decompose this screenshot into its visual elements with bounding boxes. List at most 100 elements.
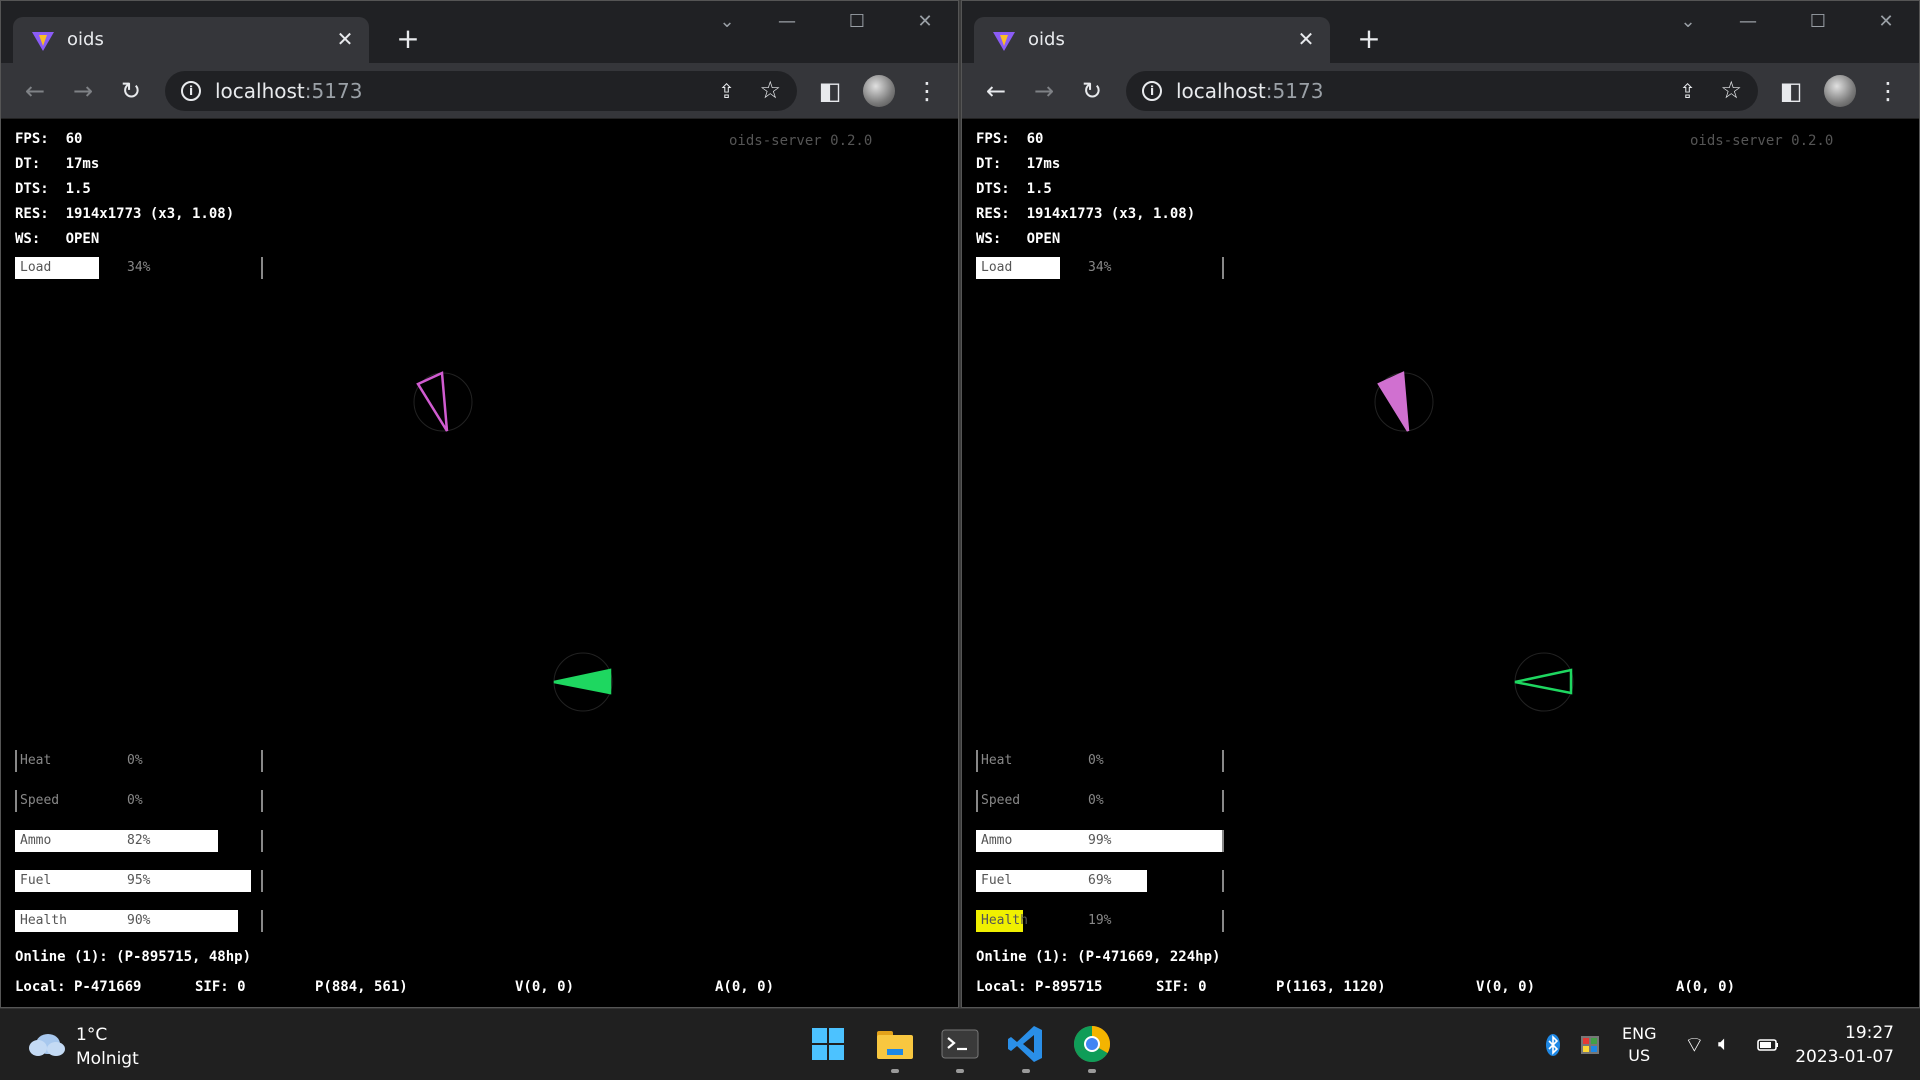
sif-readout: SIF: 0 [1156, 979, 1207, 995]
running-indicator [1088, 1069, 1096, 1073]
side-panel-icon[interactable]: ◧ [1775, 75, 1807, 107]
bar-end [261, 870, 263, 892]
new-tab-button[interactable]: + [393, 25, 423, 55]
profile-avatar[interactable] [1824, 75, 1856, 107]
dts-readout: DTS: 1.5 [15, 181, 91, 197]
res-readout: RES: 1914x1773 (x3, 1.08) [976, 206, 1196, 222]
browser-toolbar: ← → ↻ i localhost:5173 ⇪ ☆ ◧ ⋮ [1, 63, 958, 119]
ammo-bar: Ammo 82% [15, 830, 263, 852]
fuel-bar: Fuel 95% [15, 870, 263, 892]
online-players: Online (1): (P-471669, 224hp) [976, 949, 1221, 965]
back-icon[interactable]: ← [980, 75, 1012, 107]
close-window-button[interactable]: ✕ [1866, 11, 1906, 35]
side-panel-icon[interactable]: ◧ [814, 75, 846, 107]
file-explorer-app[interactable] [872, 1021, 918, 1073]
bookmark-star-icon[interactable]: ☆ [759, 76, 781, 104]
bar-label: Health [981, 913, 1028, 928]
ammo-bar: Ammo 99% [976, 830, 1224, 852]
bar-label: Ammo [20, 833, 52, 848]
close-tab-icon[interactable]: ✕ [333, 27, 357, 51]
bar-label: Load [981, 260, 1013, 275]
pink-ship [1374, 371, 1434, 432]
bar-percent: 0% [1088, 753, 1104, 768]
tab-search-icon[interactable]: ⌄ [1668, 11, 1708, 35]
dt-readout: DT: 17ms [15, 156, 100, 172]
new-tab-button[interactable]: + [1354, 25, 1384, 55]
wifi-icon[interactable]: ⌔ [1684, 1031, 1705, 1059]
desktop: oids ✕ + ⌄ — ☐ ✕ ← → ↻ i localhost:5173 … [0, 0, 1920, 1008]
address-bar[interactable]: i localhost:5173 ⇪ ☆ [165, 71, 797, 111]
bar-label: Speed [20, 793, 60, 808]
close-tab-icon[interactable]: ✕ [1294, 27, 1318, 51]
speed-bar: Speed 0% [976, 790, 1224, 812]
game-canvas[interactable]: FPS: 60 DT: 17ms DTS: 1.5 RES: 1914x1773… [1, 120, 958, 1007]
vscode-app[interactable] [1003, 1021, 1049, 1073]
game-canvas[interactable]: FPS: 60 DT: 17ms DTS: 1.5 RES: 1914x1773… [962, 120, 1919, 1007]
back-icon[interactable]: ← [19, 75, 51, 107]
vscode-icon [1008, 1026, 1042, 1062]
bookmark-star-icon[interactable]: ☆ [1720, 76, 1742, 104]
velocity-readout: V(0, 0) [1476, 979, 1536, 995]
running-indicator [891, 1069, 899, 1073]
start-button[interactable] [805, 1021, 851, 1067]
browser-tab[interactable]: oids ✕ [974, 17, 1330, 63]
server-version: oids-server 0.2.0 [729, 133, 873, 149]
dt-readout: DT: 17ms [976, 156, 1061, 172]
bar-percent: 34% [127, 260, 151, 275]
running-indicator [1022, 1069, 1030, 1073]
language-indicator[interactable]: ENG US [1622, 1023, 1656, 1067]
bar-percent: 69% [1088, 873, 1112, 888]
bar-percent: 19% [1088, 913, 1112, 928]
browser-tab[interactable]: oids ✕ [13, 17, 369, 63]
bar-end [261, 257, 263, 279]
taskbar: 1°C Molnigt ENG US ⌔ 🔈︎ 19:27 2023-01-07 [0, 1008, 1920, 1080]
site-info-icon[interactable]: i [181, 81, 201, 101]
minimize-button[interactable]: — [1728, 11, 1768, 35]
chrome-app[interactable] [1069, 1021, 1115, 1073]
forward-icon[interactable]: → [1028, 75, 1060, 107]
local-player-id: Local: P-471669 [15, 979, 142, 995]
fuel-bar: Fuel 69% [976, 870, 1224, 892]
menu-kebab-icon[interactable]: ⋮ [911, 75, 943, 107]
health-bar: Health 19% [976, 910, 1224, 932]
profile-avatar[interactable] [863, 75, 895, 107]
ws-readout: WS: OPEN [976, 231, 1061, 247]
menu-kebab-icon[interactable]: ⋮ [1872, 75, 1904, 107]
server-version: oids-server 0.2.0 [1690, 133, 1834, 149]
tab-search-icon[interactable]: ⌄ [707, 11, 747, 35]
close-window-button[interactable]: ✕ [905, 11, 945, 35]
browser-toolbar: ← → ↻ i localhost:5173 ⇪ ☆ ◧ ⋮ [962, 63, 1919, 119]
reload-icon[interactable]: ↻ [115, 75, 147, 107]
reload-icon[interactable]: ↻ [1076, 75, 1108, 107]
bar-end [261, 750, 263, 772]
battery-icon[interactable] [1756, 1033, 1780, 1057]
bluetooth-icon[interactable] [1541, 1033, 1565, 1057]
browser-window-left: oids ✕ + ⌄ — ☐ ✕ ← → ↻ i localhost:5173 … [0, 0, 959, 1008]
bar-end [1222, 750, 1224, 772]
ws-readout: WS: OPEN [15, 231, 100, 247]
weather-widget[interactable]: 1°C Molnigt [28, 1023, 168, 1071]
tab-strip: oids ✕ + ⌄ — ☐ ✕ [962, 1, 1919, 63]
address-bar[interactable]: i localhost:5173 ⇪ ☆ [1126, 71, 1758, 111]
bar-percent: 34% [1088, 260, 1112, 275]
green-ship-hull [553, 668, 612, 695]
tab-title: oids [67, 29, 104, 50]
site-info-icon[interactable]: i [1142, 81, 1162, 101]
bar-end [261, 830, 263, 852]
tab-title: oids [1028, 29, 1065, 50]
bar-percent: 0% [127, 793, 143, 808]
display-app-icon[interactable] [1578, 1033, 1602, 1057]
terminal-app[interactable] [937, 1021, 983, 1073]
share-icon[interactable]: ⇪ [718, 79, 735, 103]
fps-readout: FPS: 60 [15, 131, 83, 147]
system-clock[interactable]: 19:27 2023-01-07 [1795, 1021, 1894, 1069]
local-player-id: Local: P-895715 [976, 979, 1103, 995]
share-icon[interactable]: ⇪ [1679, 79, 1696, 103]
forward-icon[interactable]: → [67, 75, 99, 107]
volume-icon[interactable]: 🔈︎ [1718, 1031, 1730, 1055]
acceleration-readout: A(0, 0) [715, 979, 775, 995]
maximize-button[interactable]: ☐ [837, 11, 877, 35]
maximize-button[interactable]: ☐ [1798, 11, 1838, 35]
minimize-button[interactable]: — [767, 11, 807, 35]
health-bar: Health 90% [15, 910, 263, 932]
